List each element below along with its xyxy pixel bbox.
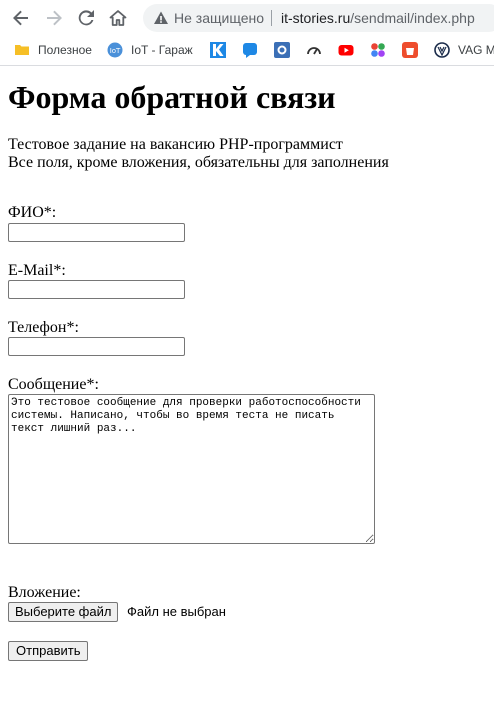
vw-icon (434, 42, 450, 58)
bookmark-iot-garage[interactable]: IoT IoT - Гараж (107, 41, 193, 59)
page-description: Тестовое задание на вакансию PHP-програм… (8, 136, 389, 172)
home-button[interactable] (107, 7, 129, 29)
chat-icon (243, 43, 257, 58)
bookmark-chat[interactable] (242, 41, 258, 59)
youtube-icon (338, 45, 354, 56)
fio-label: ФИО*: (8, 204, 57, 221)
description-line-1: Тестовое задание на вакансию PHP-програм… (8, 136, 343, 153)
message-label: Сообщение*: (8, 376, 99, 393)
omnibox-divider (271, 10, 272, 26)
bookmark-label: VAG M (458, 43, 494, 57)
submit-button[interactable]: Отправить (8, 641, 89, 661)
reload-icon (78, 10, 94, 26)
k-icon (210, 42, 226, 58)
bookmark-label: Полезное (38, 43, 92, 57)
warning-icon[interactable] (153, 10, 169, 26)
bookmark-speedtest[interactable] (306, 41, 322, 59)
bookmark-folder-useful[interactable]: Полезное (14, 41, 92, 59)
page-title: Форма обратной связи (8, 79, 336, 115)
iot-icon: IoT (107, 42, 123, 58)
file-status-text: Файл не выбран (127, 604, 226, 619)
browser-toolbar: Не защищено it-stories.ru/sendmail/index… (0, 0, 494, 36)
back-button[interactable] (10, 7, 32, 29)
forward-arrow-icon (47, 10, 62, 26)
email-input[interactable] (8, 280, 185, 299)
attachment-label: Вложение: (8, 584, 81, 601)
bookmark-shop[interactable] (402, 41, 418, 59)
home-icon (109, 10, 127, 26)
description-line-2: Все поля, кроме вложения, обязательны дл… (8, 154, 389, 171)
folder-icon (15, 45, 29, 55)
speedometer-icon (307, 47, 321, 55)
colorful-dots-icon (371, 43, 385, 57)
phone-label: Телефон*: (8, 319, 79, 336)
bookmarks-bar: Полезное IoT IoT - Гараж VAG M (0, 36, 494, 66)
shop-icon (402, 42, 418, 58)
reload-button[interactable] (75, 7, 97, 29)
not-secure-label[interactable]: Не защищено (174, 10, 264, 26)
bookmark-apps[interactable] (370, 41, 386, 59)
email-label: E-Mail*: (8, 262, 66, 279)
bookmark-vag[interactable]: VAG M (434, 41, 494, 59)
back-arrow-icon (13, 10, 28, 26)
bookmark-label: IoT - Гараж (131, 43, 193, 57)
message-textarea[interactable]: Это тестовое сообщение для проверки рабо… (8, 394, 375, 544)
phone-input[interactable] (8, 337, 185, 356)
url-text[interactable]: it-stories.ru/sendmail/index.php (281, 10, 475, 26)
svg-text:IoT: IoT (110, 47, 121, 55)
bookmark-gear-app[interactable] (274, 41, 290, 59)
bookmark-youtube[interactable] (338, 41, 354, 59)
address-bar[interactable]: Не защищено it-stories.ru/sendmail/index… (143, 4, 494, 32)
url-path: /sendmail/index.php (350, 10, 475, 26)
url-host: it-stories.ru (281, 10, 351, 26)
choose-file-button[interactable]: Выберите файл (8, 602, 119, 622)
gear-app-icon (274, 42, 290, 58)
fio-input[interactable] (8, 223, 185, 242)
bookmark-k[interactable] (210, 41, 226, 59)
forward-button[interactable] (43, 7, 65, 29)
